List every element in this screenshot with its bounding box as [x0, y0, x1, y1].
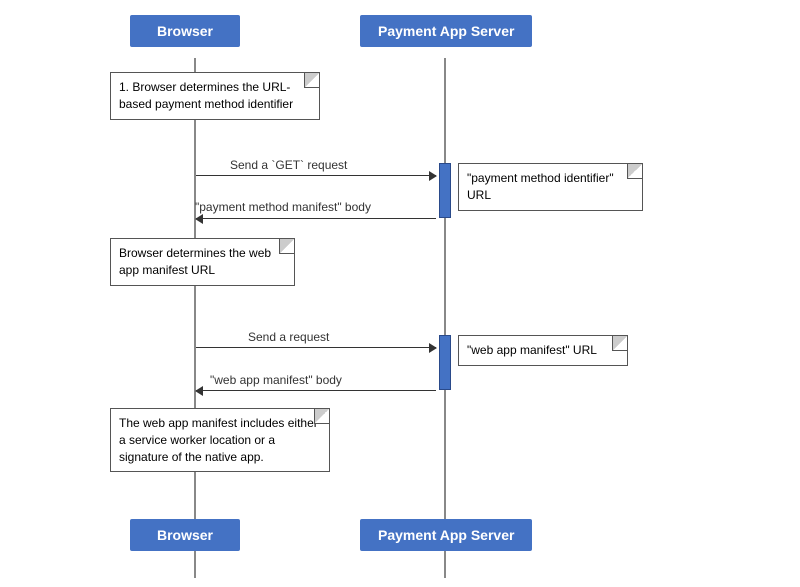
note-payment-id-url-text: "payment method identifier" URL [467, 171, 614, 202]
note-url-payment-text: 1. Browser determines the URL-based paym… [119, 80, 293, 111]
activation-bar-2 [439, 335, 451, 390]
note-webapp-manifest-url: Browser determines the web app manifest … [110, 238, 295, 286]
arrow-webapp-body-label: "web app manifest" body [210, 373, 342, 387]
arrowhead-send-request [429, 343, 437, 353]
sequence-diagram: Browser Payment App Server 1. Browser de… [0, 0, 800, 587]
server-header-label: Payment App Server [378, 23, 514, 39]
server-footer-box: Payment App Server [360, 519, 532, 551]
arrowhead-manifest-body [195, 214, 203, 224]
note-url-payment: 1. Browser determines the URL-based paym… [110, 72, 320, 120]
server-lifeline [444, 58, 446, 578]
browser-footer-label: Browser [157, 527, 213, 543]
note-webapp-manifest-info: The web app manifest includes either a s… [110, 408, 330, 472]
browser-lifeline [194, 58, 196, 578]
activation-bar-1 [439, 163, 451, 218]
arrow-get-request [196, 175, 436, 176]
arrowhead-get-request [429, 171, 437, 181]
arrowhead-webapp-body [195, 386, 203, 396]
note-webapp-url-text: "web app manifest" URL [467, 343, 597, 357]
arrow-send-request [196, 347, 436, 348]
arrow-manifest-body-label: "payment method manifest" body [195, 200, 371, 214]
arrow-send-request-label: Send a request [248, 330, 329, 344]
browser-header-label: Browser [157, 23, 213, 39]
arrow-get-request-label: Send a `GET` request [230, 158, 347, 172]
note-payment-id-url: "payment method identifier" URL [458, 163, 643, 211]
arrow-webapp-body [196, 390, 436, 391]
browser-footer-box: Browser [130, 519, 240, 551]
note-webapp-manifest-url-text: Browser determines the web app manifest … [119, 246, 271, 277]
note-webapp-url: "web app manifest" URL [458, 335, 628, 366]
note-webapp-manifest-info-text: The web app manifest includes either a s… [119, 416, 318, 464]
server-header-box: Payment App Server [360, 15, 532, 47]
arrow-manifest-body [196, 218, 436, 219]
server-footer-label: Payment App Server [378, 527, 514, 543]
browser-header-box: Browser [130, 15, 240, 47]
